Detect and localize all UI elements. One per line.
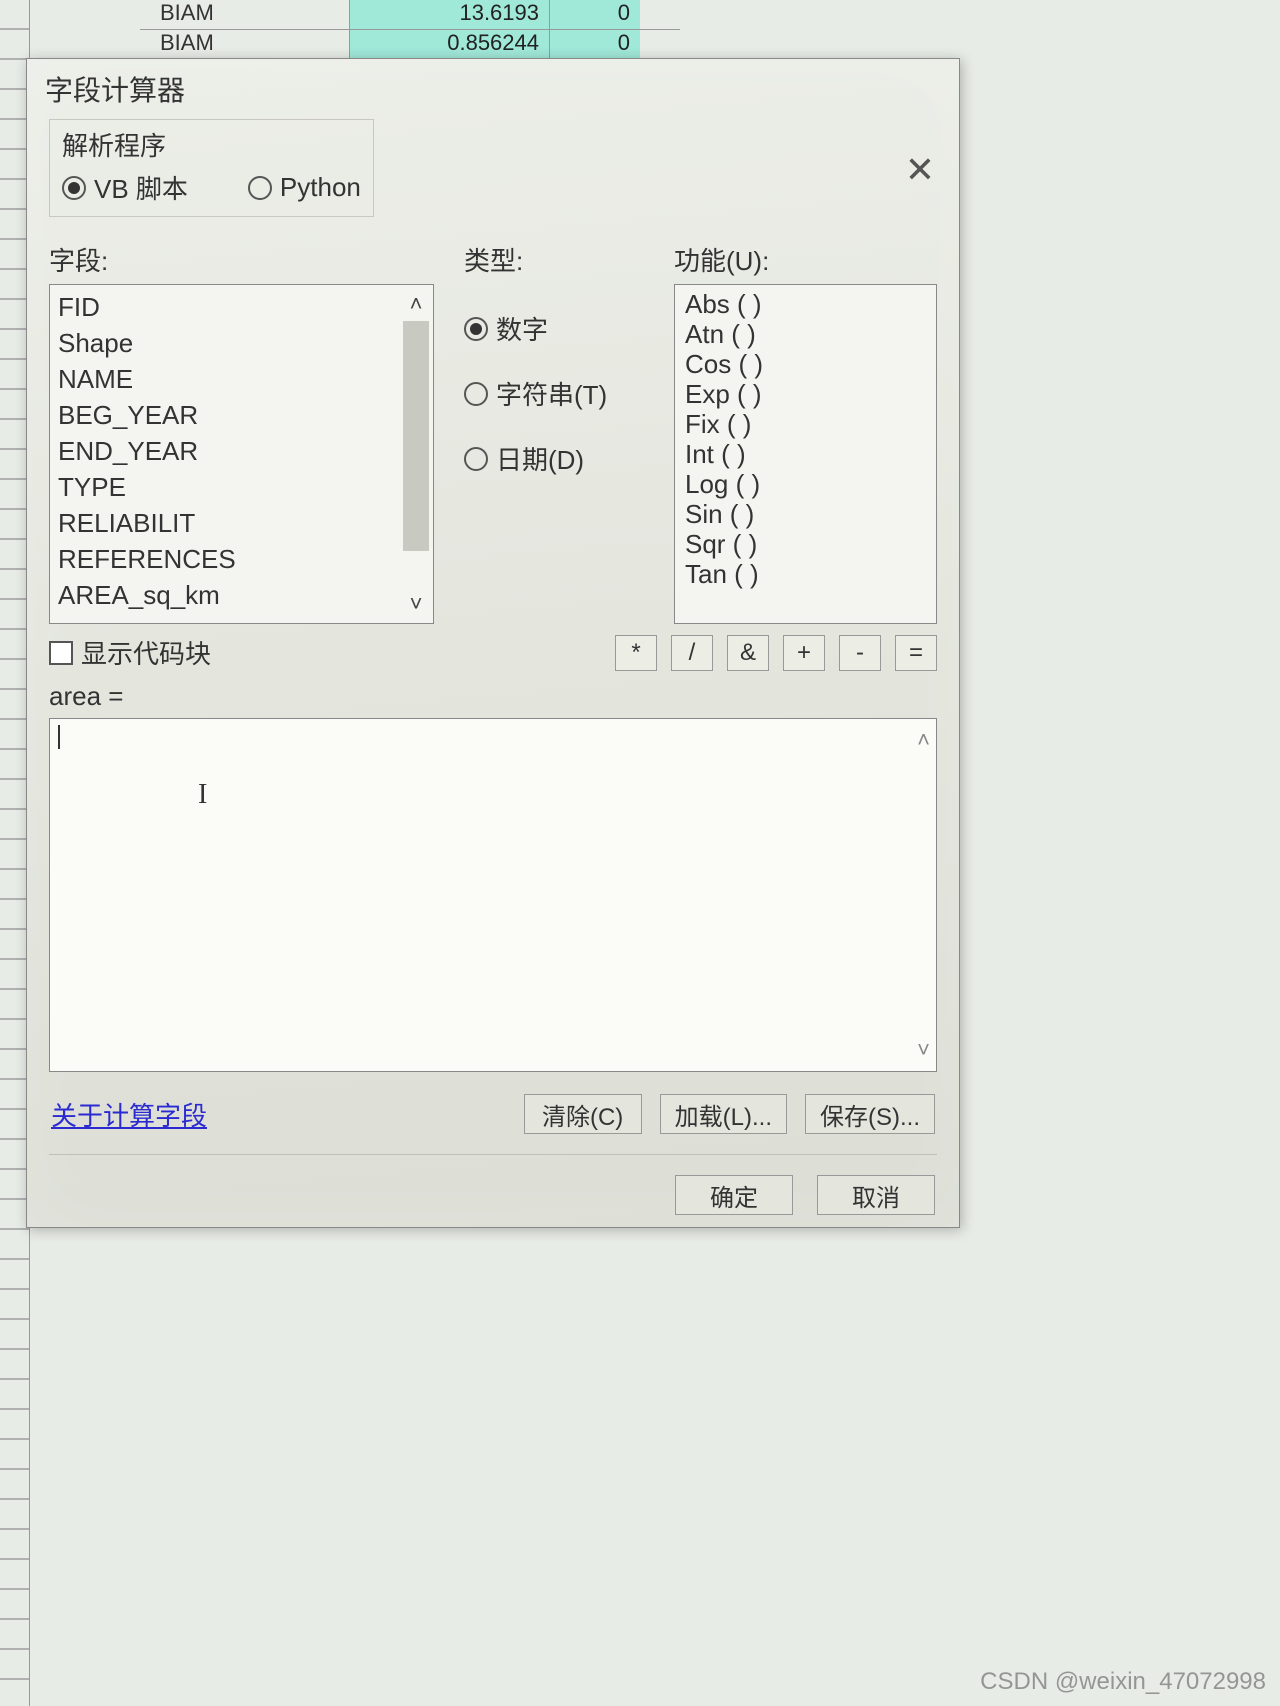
fields-label: 字段:	[49, 241, 434, 278]
field-item[interactable]: TYPE	[58, 469, 425, 505]
dialog-title: 字段计算器	[27, 59, 959, 111]
field-item[interactable]: NAME	[58, 361, 425, 397]
type-number-radio[interactable]: 数字	[464, 310, 548, 347]
text-caret	[58, 725, 60, 749]
function-item[interactable]: Cos ( )	[685, 349, 926, 379]
op-plus-button[interactable]: +	[783, 635, 825, 671]
table-row: BIAM 0.856244 0	[140, 30, 680, 60]
function-item[interactable]: Log ( )	[685, 469, 926, 499]
close-button[interactable]: ✕	[905, 149, 935, 191]
type-string-radio[interactable]: 字符串(T)	[464, 375, 607, 412]
expression-label: area =	[49, 681, 937, 712]
expression-textarea[interactable]: I ˄ ˅	[49, 718, 937, 1072]
chevron-down-icon[interactable]: ˅	[403, 591, 429, 617]
function-item[interactable]: Atn ( )	[685, 319, 926, 349]
save-button[interactable]: 保存(S)...	[805, 1094, 935, 1134]
function-item[interactable]: Int ( )	[685, 439, 926, 469]
table-row: BIAM 13.6193 0	[140, 0, 680, 30]
parser-label: 解析程序	[62, 126, 361, 163]
field-item[interactable]: AREA_sq_km	[58, 577, 425, 613]
function-item[interactable]: Abs ( )	[685, 289, 926, 319]
chevron-up-icon[interactable]: ˄	[917, 727, 930, 753]
cancel-button[interactable]: 取消	[817, 1175, 935, 1215]
cell: BIAM	[140, 0, 350, 29]
fields-listbox[interactable]: FID Shape NAME BEG_YEAR END_YEAR TYPE RE…	[49, 284, 434, 624]
field-item[interactable]: REFERENCES	[58, 541, 425, 577]
chevron-up-icon[interactable]: ˄	[403, 291, 429, 317]
op-minus-button[interactable]: -	[839, 635, 881, 671]
ibeam-cursor-icon: I	[198, 779, 207, 811]
scrollbar-thumb[interactable]	[403, 321, 429, 551]
cell: 0	[550, 30, 640, 59]
parser-vb-radio[interactable]: VB 脚本	[62, 169, 188, 206]
function-item[interactable]: Exp ( )	[685, 379, 926, 409]
type-number-label: 数字	[496, 310, 548, 347]
cell: BIAM	[140, 30, 350, 59]
type-date-radio[interactable]: 日期(D)	[464, 440, 584, 477]
function-item[interactable]: Fix ( )	[685, 409, 926, 439]
op-multiply-button[interactable]: *	[615, 635, 657, 671]
operator-row: * / & + - =	[615, 635, 937, 671]
checkbox-icon	[49, 641, 73, 665]
type-label: 类型:	[464, 241, 644, 278]
watermark: CSDN @weixin_47072998	[980, 1668, 1266, 1696]
op-concat-button[interactable]: &	[727, 635, 769, 671]
parser-vb-label: VB 脚本	[94, 169, 188, 206]
parser-python-radio[interactable]: Python	[248, 172, 361, 203]
chevron-down-icon[interactable]: ˅	[917, 1037, 930, 1063]
show-codeblock-label: 显示代码块	[81, 634, 211, 671]
field-item[interactable]: FID	[58, 289, 425, 325]
parser-group: 解析程序 VB 脚本 Python	[49, 119, 374, 217]
cell: 13.6193	[350, 0, 550, 29]
type-date-label: 日期(D)	[496, 440, 584, 477]
field-item[interactable]: RELIABILIT	[58, 505, 425, 541]
field-item[interactable]: area	[58, 613, 425, 624]
field-item[interactable]: BEG_YEAR	[58, 397, 425, 433]
functions-label: 功能(U):	[674, 241, 937, 278]
help-link[interactable]: 关于计算字段	[51, 1096, 207, 1133]
op-divide-button[interactable]: /	[671, 635, 713, 671]
show-codeblock-checkbox[interactable]: 显示代码块	[49, 634, 211, 671]
function-item[interactable]: Tan ( )	[685, 559, 926, 589]
cell: 0.856244	[350, 30, 550, 59]
functions-listbox[interactable]: Abs ( ) Atn ( ) Cos ( ) Exp ( ) Fix ( ) …	[674, 284, 937, 624]
field-calculator-dialog: 字段计算器 ✕ 解析程序 VB 脚本 Python 字段: FID	[26, 58, 960, 1228]
ok-button[interactable]: 确定	[675, 1175, 793, 1215]
divider	[49, 1154, 937, 1155]
field-item[interactable]: Shape	[58, 325, 425, 361]
function-item[interactable]: Sin ( )	[685, 499, 926, 529]
field-item[interactable]: END_YEAR	[58, 433, 425, 469]
type-string-label: 字符串(T)	[496, 375, 607, 412]
cell: 0	[550, 0, 640, 29]
function-item[interactable]: Sqr ( )	[685, 529, 926, 559]
clear-button[interactable]: 清除(C)	[524, 1094, 642, 1134]
load-button[interactable]: 加载(L)...	[660, 1094, 787, 1134]
op-equals-button[interactable]: =	[895, 635, 937, 671]
parser-python-label: Python	[280, 172, 361, 203]
